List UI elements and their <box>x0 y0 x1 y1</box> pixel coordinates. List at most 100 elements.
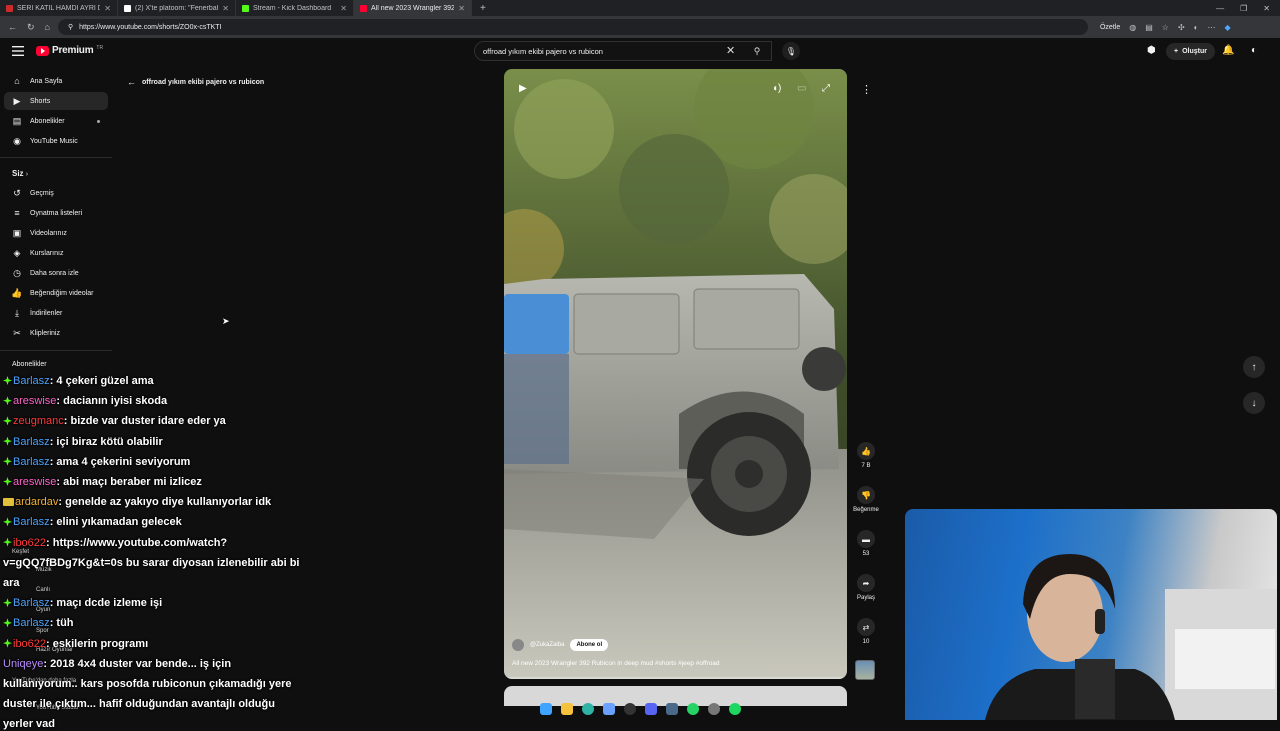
thumbs-down-icon[interactable]: 👎 <box>857 486 875 504</box>
file-explorer-icon[interactable] <box>561 703 573 715</box>
browser-tab[interactable]: Stream - Kick Dashboard ✕ <box>236 0 354 16</box>
chat-username[interactable]: Barlasz <box>13 456 50 468</box>
close-icon[interactable]: ✕ <box>340 4 347 13</box>
shorts-video-player[interactable]: ▶ ◖) ▭ ⤢ @ZukaZaiba Abone ol All new 202… <box>504 69 847 679</box>
create-button[interactable]: + Oluştur <box>1166 43 1215 60</box>
profile-icon[interactable]: ◐ <box>1194 23 1199 32</box>
chat-username[interactable]: ardardav <box>15 496 58 508</box>
close-icon[interactable]: ✕ <box>458 4 465 13</box>
chat-username[interactable]: Uniqeye <box>3 658 43 670</box>
maximize-icon[interactable]: ❐ <box>1240 4 1247 13</box>
remix-action[interactable]: ⇄ 10 <box>850 618 882 645</box>
close-window-icon[interactable]: ✕ <box>1263 4 1270 13</box>
volume-icon[interactable]: ◖) <box>772 83 781 94</box>
app-icon[interactable] <box>603 703 615 715</box>
extension-icon[interactable]: ◍ <box>1129 23 1136 32</box>
chat-username[interactable]: Barlasz <box>13 436 50 448</box>
search-back-row[interactable]: ← offroad yıkım ekibi pajero vs rubicon <box>127 77 264 87</box>
reload-icon[interactable]: ↻ <box>27 22 35 33</box>
more-options-icon[interactable]: ⋮ <box>861 83 872 96</box>
edge-icon[interactable] <box>582 703 594 715</box>
whatsapp-icon[interactable] <box>687 703 699 715</box>
sidebar-item-label: Klipleriniz <box>30 329 60 337</box>
fullscreen-icon[interactable]: ⤢ <box>822 83 830 94</box>
summarize-button[interactable]: Özetle <box>1100 24 1120 31</box>
previous-short-arrow-icon[interactable]: ↑ <box>1243 356 1265 378</box>
sidebar-you-heading[interactable]: Siz › <box>12 169 28 178</box>
thumbs-up-icon[interactable]: 👍 <box>857 442 875 460</box>
copilot-icon[interactable]: ◆ <box>1224 23 1230 32</box>
sidebar-item-your-videos[interactable]: ▣ Videolarınız <box>4 224 108 242</box>
account-avatar[interactable]: ◐ <box>1251 45 1263 57</box>
chat-username[interactable]: zeugmanc <box>13 415 64 427</box>
comment-icon[interactable]: ▬ <box>857 530 875 548</box>
next-short-arrow-icon[interactable]: ↓ <box>1243 392 1265 414</box>
home-browser-icon[interactable]: ⌂ <box>45 22 50 33</box>
sidebar-item-liked[interactable]: 👍 Beğendiğim videolar <box>4 284 108 302</box>
sidebar-divider <box>0 157 112 158</box>
spotify-icon[interactable] <box>729 703 741 715</box>
sidebar-item-courses[interactable]: ◈ Kurslarınız <box>4 244 108 262</box>
captions-icon[interactable]: ▭ <box>797 83 806 94</box>
discord-icon[interactable] <box>645 703 657 715</box>
reader-icon[interactable]: ▤ <box>1145 23 1153 32</box>
browser-tab[interactable]: SERİ KATİL HAMDİ AYRİ DOSYASI ✕ <box>0 0 118 16</box>
chat-username[interactable]: areswise <box>13 476 56 488</box>
settings-icon[interactable] <box>708 703 720 715</box>
hamburger-menu-icon[interactable] <box>12 46 24 56</box>
chat-username[interactable]: areswise <box>13 395 56 407</box>
ghost-sidebar-item[interactable]: Keşfet <box>12 549 29 555</box>
sidebar-item-shorts[interactable]: ▶ Shorts <box>4 92 108 110</box>
comments-action[interactable]: ▬ 53 <box>850 530 882 557</box>
sidebar-item-playlists[interactable]: ≡ Oynatma listeleri <box>4 204 108 222</box>
sidebar-item-music[interactable]: ◉ YouTube Music <box>4 132 108 150</box>
remix-icon[interactable]: ⇄ <box>857 618 875 636</box>
menu-dots-icon[interactable]: ⋯ <box>1207 23 1215 32</box>
browser-tab-active[interactable]: All new 2023 Wrangler 392 Rubic✕ <box>354 0 472 16</box>
nav-buttons: ← ↻ ⌂ <box>0 22 58 33</box>
sidebar-item-downloads[interactable]: ⤓ İndirilenler <box>4 304 108 322</box>
share-icon[interactable]: ➦ <box>857 574 875 592</box>
address-input[interactable]: ⚲ https://www.youtube.com/shorts/ZO0x-cs… <box>57 19 1088 35</box>
back-arrow-icon[interactable]: ← <box>127 77 136 87</box>
browser-tab[interactable]: (2) X'te platoom: "Fenerbahçe Sp ✕ <box>118 0 236 16</box>
sidebar-item-clips[interactable]: ✂ Klipleriniz <box>4 324 108 342</box>
ghost-sidebar-item[interactable]: Canlı <box>36 587 50 593</box>
subscribe-button[interactable]: Abone ol <box>570 639 609 651</box>
share-action[interactable]: ➦ Paylaş <box>850 574 882 601</box>
chat-username[interactable]: Barlasz <box>13 597 50 609</box>
new-tab-icon[interactable]: + <box>472 3 494 14</box>
sound-thumbnail[interactable] <box>855 660 875 680</box>
sidebar-item-history[interactable]: ↺ Geçmiş <box>4 184 108 202</box>
obs-icon[interactable] <box>624 703 636 715</box>
microphone-icon[interactable]: 🎙 <box>782 42 800 60</box>
minimize-icon[interactable]: — <box>1216 4 1224 13</box>
chat-username[interactable]: ibo622 <box>13 537 46 549</box>
windows-start-icon[interactable] <box>540 703 552 715</box>
like-action[interactable]: 👍 7 B <box>850 442 882 469</box>
video-progress-bar[interactable] <box>504 677 847 679</box>
clear-search-icon[interactable]: ✕ <box>726 44 735 57</box>
sidebar-item-subscriptions[interactable]: ▤ Abonelikler <box>4 112 108 130</box>
chat-username[interactable]: Barlasz <box>13 516 50 528</box>
chat-username[interactable]: Barlasz <box>13 375 50 387</box>
channel-avatar[interactable] <box>512 639 524 651</box>
video-caption[interactable]: All new 2023 Wrangler 392 Rubicon in dee… <box>512 660 720 667</box>
channel-name[interactable]: @ZukaZaiba <box>530 642 564 648</box>
sidebar-item-home[interactable]: ⌂ Ana Sayfa <box>4 72 108 90</box>
sidebar-item-watch-later[interactable]: ◷ Daha sonra izle <box>4 264 108 282</box>
dislike-action[interactable]: 👎 Beğenme <box>850 486 882 513</box>
chat-username[interactable]: Barlasz <box>13 617 50 629</box>
notifications-bell-icon[interactable]: 🔔 <box>1222 45 1234 56</box>
back-arrow-icon[interactable]: ← <box>8 22 17 33</box>
youtube-premium-logo[interactable]: Premium TR <box>36 45 103 56</box>
close-icon[interactable]: ✕ <box>104 4 111 13</box>
search-icon[interactable]: ⚲ <box>745 41 769 61</box>
chat-username[interactable]: ibo622 <box>13 638 46 650</box>
puzzle-icon[interactable]: ✣ <box>1178 23 1185 32</box>
steam-icon[interactable] <box>666 703 678 715</box>
cast-icon[interactable]: ⬢ <box>1147 45 1156 56</box>
play-icon[interactable]: ▶ <box>519 83 527 94</box>
star-icon[interactable]: ☆ <box>1162 23 1169 32</box>
close-icon[interactable]: ✕ <box>222 4 229 13</box>
